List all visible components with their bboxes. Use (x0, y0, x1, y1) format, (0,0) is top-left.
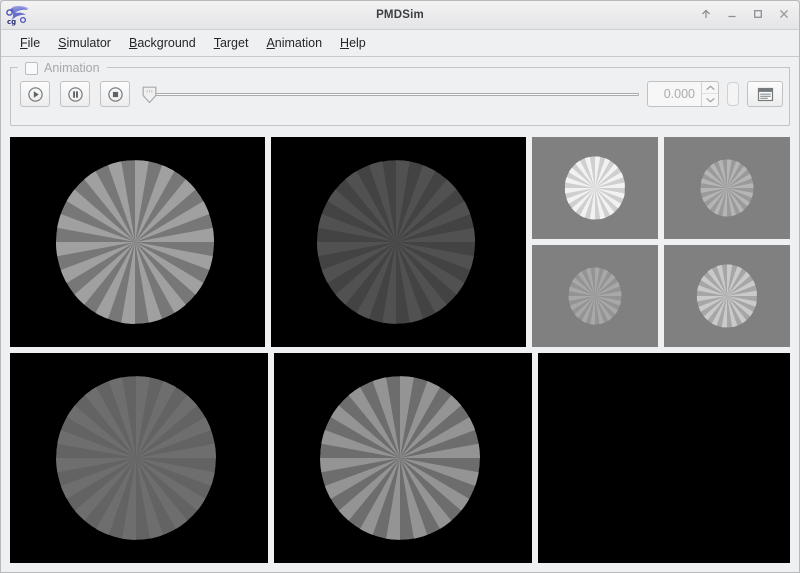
title-bar: cg PMDSim (1, 1, 799, 30)
toolbar-separator (727, 82, 739, 106)
animation-groupbox-label: Animation (44, 61, 100, 75)
minimize-button[interactable] (726, 8, 738, 22)
view-quad-group (532, 137, 790, 347)
siemens-star-target (564, 156, 626, 220)
view-panel-amplitude[interactable] (532, 137, 658, 239)
menu-file[interactable]: File (11, 33, 49, 53)
chevron-down-icon[interactable] (702, 94, 718, 106)
siemens-star-target (696, 264, 758, 328)
view-grid-row-bottom (10, 353, 790, 563)
siemens-star-target (320, 376, 481, 540)
shade-button[interactable] (700, 8, 712, 22)
view-panel-phase-a[interactable] (10, 137, 265, 347)
view-panel-empty[interactable] (538, 353, 790, 563)
menu-label-rest: ile (27, 36, 41, 50)
view-panel-phase-c[interactable] (10, 353, 268, 563)
play-button[interactable] (20, 81, 50, 107)
cg-swirl-logo-icon: cg (5, 4, 31, 26)
view-panel-depth[interactable] (664, 245, 790, 347)
slider-handle[interactable] (142, 86, 157, 104)
menu-label-rest: arget (219, 36, 249, 50)
menu-target[interactable]: Target (205, 33, 258, 53)
menu-simulator[interactable]: Simulator (49, 33, 120, 53)
svg-text:cg: cg (7, 18, 16, 26)
menu-label-rest: nimation (274, 36, 323, 50)
view-grid-row-top (10, 137, 790, 347)
maximize-button[interactable] (752, 8, 764, 22)
menu-mnemonic: F (20, 36, 28, 50)
menu-mnemonic: S (58, 36, 67, 50)
animation-enable-checkbox[interactable] (25, 61, 38, 75)
view-panel-phase-d[interactable] (274, 353, 532, 563)
view-panel-distance[interactable] (532, 245, 658, 347)
siemens-star-target (568, 267, 622, 325)
animation-time-slider[interactable] (142, 81, 639, 107)
menu-label-rest: ackground (137, 36, 196, 50)
close-button[interactable] (778, 8, 790, 22)
animation-time-spinbox[interactable]: 0.000 (647, 81, 719, 107)
menu-help[interactable]: Help (331, 33, 375, 53)
animation-controls-row: 0.000 (11, 78, 789, 110)
siemens-star-target (316, 160, 475, 324)
menu-label-rest: elp (349, 36, 366, 50)
menu-mnemonic: A (266, 36, 275, 50)
menu-bar: File Simulator Background Target Animati… (1, 30, 799, 57)
menu-label-rest: imulator (66, 36, 111, 50)
stop-button[interactable] (100, 81, 130, 107)
view-panel-phase-b[interactable] (271, 137, 526, 347)
menu-background[interactable]: Background (120, 33, 205, 53)
slider-groove (150, 93, 639, 96)
siemens-star-target (55, 160, 214, 324)
view-quad-row-bottom (532, 245, 790, 347)
siemens-star-target (700, 159, 754, 217)
application-window: cg PMDSim File Simulator Background Targ… (0, 0, 800, 573)
menu-mnemonic: H (340, 36, 350, 50)
chevron-up-icon[interactable] (702, 82, 718, 94)
view-grid (10, 137, 790, 563)
animation-groupbox-legend: Animation (21, 59, 104, 77)
view-panel-intensity[interactable] (664, 137, 790, 239)
window-title: PMDSim (376, 9, 424, 21)
animation-groupbox: Animation 0.000 (10, 59, 790, 126)
spinbox-arrows (701, 82, 718, 106)
window-controls (700, 8, 790, 22)
view-quad-row-top (532, 137, 790, 239)
menu-animation[interactable]: Animation (257, 33, 331, 53)
animation-time-value[interactable]: 0.000 (648, 82, 701, 106)
show-panel-button[interactable] (747, 81, 783, 107)
pause-button[interactable] (60, 81, 90, 107)
siemens-star-target (56, 376, 217, 540)
